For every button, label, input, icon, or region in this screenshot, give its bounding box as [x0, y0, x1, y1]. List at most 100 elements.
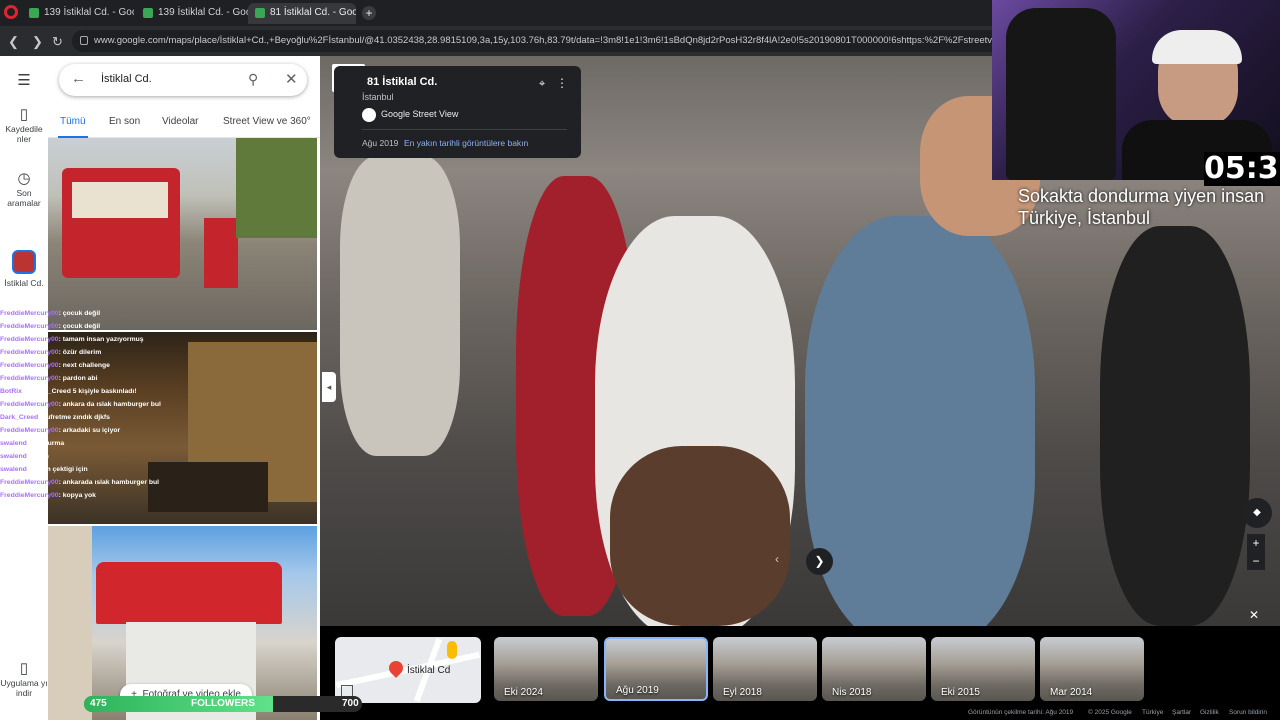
opera-logo-icon[interactable]	[4, 5, 18, 19]
chat-message: Dark_Creed: kufretme zındık djkfs	[0, 411, 200, 424]
chat-username: FreddieMercury00	[0, 336, 59, 343]
recent-label: Son aramalar	[7, 188, 41, 208]
timeline-thumbnail[interactable]: Nis 2018	[822, 637, 926, 701]
reload-icon[interactable]: ↻	[52, 34, 63, 50]
phone-icon: ▯	[19, 660, 29, 677]
chat-text: : ankara da ıslak hamburger bul	[58, 401, 161, 408]
photo-tram[interactable]	[48, 138, 317, 330]
location-pin-icon[interactable]: ⌖	[539, 78, 545, 91]
close-icon[interactable]: ✕	[1249, 608, 1259, 622]
history-icon: ◷	[17, 170, 31, 187]
tab-all[interactable]: Tümü	[58, 116, 88, 138]
chat-text: : tamam insan yazıyormuş	[58, 336, 144, 343]
country-link[interactable]: Türkiye	[1142, 706, 1163, 720]
chat-text: : canım çektigi için	[26, 466, 88, 473]
saved-button[interactable]: ▯ Kaydedile nler	[0, 106, 48, 144]
new-tab-button[interactable]: +	[362, 6, 376, 20]
timeline-thumbnail[interactable]: Eki 2024	[494, 637, 598, 701]
chat-username: FreddieMercury00	[0, 375, 59, 382]
stream-chat-overlay: FreddieMercury00: çocuk değil FreddieMerc…	[0, 307, 200, 507]
source-label: Google Street View	[381, 109, 459, 119]
recent-place-label: İstiklal Cd.	[4, 278, 44, 288]
street-view-info-card: 81 İstiklal Cd. İstanbul Google Street V…	[334, 66, 581, 158]
back-arrow-icon[interactable]: ←	[71, 70, 86, 87]
recent-place-button[interactable]: İstiklal Cd.	[0, 250, 48, 288]
tab-street-view[interactable]: Street View ve 360°	[223, 116, 311, 127]
timeline-date-label: Eyl 2018	[723, 687, 762, 698]
close-icon[interactable]: ✕	[285, 70, 298, 88]
tree-shape	[236, 138, 317, 238]
search-box[interactable]: ← İstiklal Cd. ⚲ ✕	[59, 64, 307, 96]
back-arrow-icon[interactable]: ❮	[8, 34, 19, 50]
building-left-shape	[48, 526, 92, 720]
timeline-thumbnail[interactable]: Mar 2014	[1040, 637, 1144, 701]
browser-tab-2[interactable]: 139 İstiklal Cd. - Google H	[136, 3, 248, 24]
privacy-link[interactable]: Gizlilik	[1200, 706, 1219, 720]
challenge-caption: Sokakta dondurma yiyen insan Türkiye, İs…	[1018, 186, 1280, 230]
chat-username: FreddieMercury00	[0, 401, 59, 408]
chat-message: FreddieMercury00: ankara da ıslak hambur…	[0, 398, 200, 411]
browser-tab-3-active[interactable]: 81 İstiklal Cd. - Google H	[248, 3, 356, 24]
chevron-left-icon[interactable]: ‹	[775, 552, 779, 566]
collapse-panel-button[interactable]: ◂	[322, 372, 336, 402]
chat-text: : next challenge	[58, 362, 110, 369]
next-photo-button[interactable]: ❯	[806, 548, 833, 575]
chat-username: swalend	[0, 440, 27, 447]
capture-date: Ağu 2019	[362, 138, 399, 148]
follower-goal-bar: FOLLOWERS 475	[84, 696, 362, 712]
chat-text: : pardon abi	[58, 375, 98, 382]
terms-link[interactable]: Şartlar	[1172, 706, 1191, 720]
get-app-button[interactable]: ▯ Uygulama yı indir	[0, 660, 48, 698]
place-thumbnail	[12, 250, 36, 274]
minimap-label: İstiklal Cd	[407, 665, 451, 676]
follower-count: 475	[90, 698, 107, 709]
pegman-icon[interactable]	[447, 641, 457, 659]
chat-message: FreddieMercury00: özür dilerim	[0, 346, 200, 359]
timeline-thumbnail[interactable]: Eki 2015	[931, 637, 1035, 701]
search-icon[interactable]: ⚲	[248, 71, 258, 88]
timeline-date-label: Nis 2018	[832, 687, 872, 698]
minimap[interactable]: İstiklal Cd	[335, 637, 481, 703]
recent-searches-button[interactable]: ◷ Son aramalar	[0, 170, 48, 208]
chat-username: FreddieMercury00	[0, 349, 59, 356]
chat-username: FreddieMercury00	[0, 362, 59, 369]
timeline-thumbnail[interactable]: Eyl 2018	[713, 637, 817, 701]
caption-line-2: Türkiye, İstanbul	[1018, 208, 1151, 228]
get-app-label: Uygulama yı indir	[0, 678, 48, 698]
chat-text: : çocuk değil	[58, 323, 101, 330]
chat-username: Dark_Creed	[0, 414, 39, 421]
report-link[interactable]: Sorun bildirin	[1229, 706, 1267, 720]
chat-text: : kufretme zındık djkfs	[38, 414, 110, 421]
pedestrian-blue-shirt	[805, 216, 1035, 626]
chat-message: FreddieMercury00: çocuk değil	[0, 320, 200, 333]
latest-imagery-link[interactable]: En yakın tarihli görüntülere bakın	[404, 138, 528, 148]
timeline-date-label: Eki 2024	[504, 687, 543, 698]
search-query[interactable]: İstiklal Cd.	[101, 73, 152, 85]
chat-message: FreddieMercury00: ankarada ıslak hamburg…	[0, 476, 200, 489]
chat-username: FreddieMercury00	[0, 492, 59, 499]
browser-tab-1[interactable]: 139 İstiklal Cd. - Google H	[22, 3, 134, 24]
chat-text: : dondurma	[26, 440, 65, 447]
zoom-out-button[interactable]: −	[1247, 552, 1265, 570]
chat-text: : özür dilerim	[58, 349, 102, 356]
bookmark-icon: ▯	[19, 106, 29, 123]
tab-videos[interactable]: Videolar	[162, 116, 199, 127]
tab-label: 139 İstiklal Cd. - Google H	[44, 7, 134, 18]
tab-latest[interactable]: En son	[109, 116, 140, 127]
chat-username: FreddieMercury00	[0, 310, 59, 317]
patterned-skirt-shape	[610, 446, 790, 626]
place-subtitle: İstanbul	[362, 92, 394, 102]
chat-message: swalend: canım çektigi için	[0, 463, 200, 476]
zoom-in-button[interactable]: +	[1247, 534, 1265, 552]
forward-arrow-icon[interactable]: ❯	[32, 34, 43, 50]
gaming-chair-shape	[1006, 8, 1116, 180]
url-text: www.google.com/maps/place/İstiklal+Cd.,+…	[94, 35, 1093, 46]
menu-button[interactable]: ☰	[0, 73, 48, 90]
more-options-icon[interactable]: ⋮	[556, 76, 568, 90]
compass-icon[interactable]: ◆	[1242, 498, 1272, 528]
maps-footer: Görüntünün çekilme tarihi: Ağu 2019 © 20…	[320, 706, 1280, 720]
google-logo-icon	[362, 108, 376, 122]
tab-label: 81 İstiklal Cd. - Google H	[270, 7, 356, 18]
chat-message: swalend: dondurma	[0, 437, 200, 450]
timeline-thumbnail[interactable]: Ağu 2019	[604, 637, 708, 701]
